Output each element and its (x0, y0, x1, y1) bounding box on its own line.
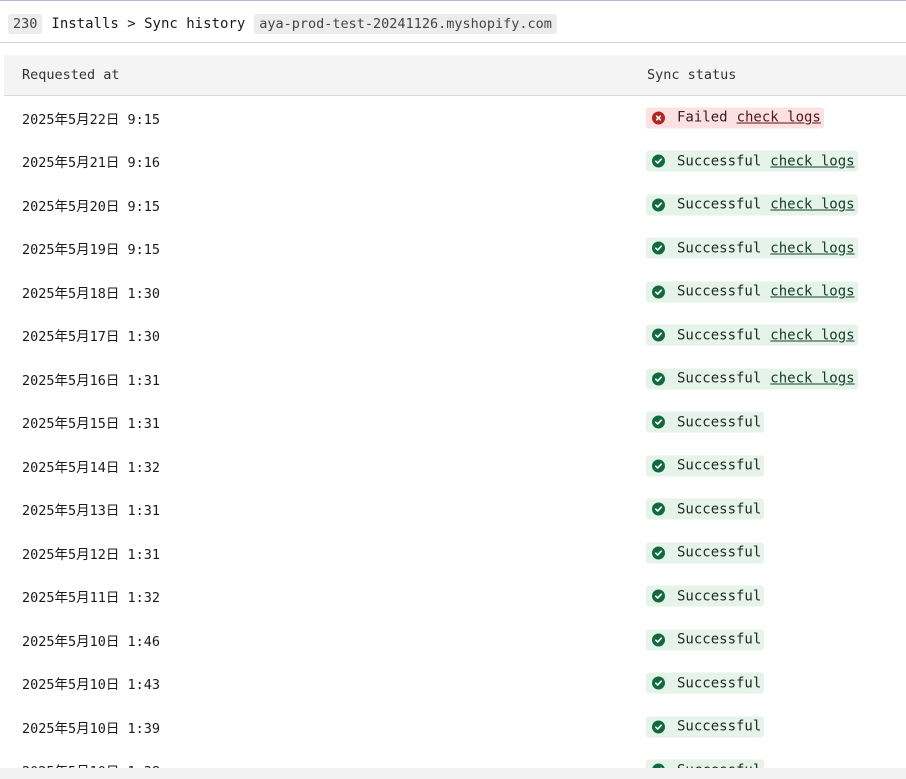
column-header-requested-at: Requested at (22, 67, 120, 83)
table-row: 2025年5月16日 1:31 Successful check logs (4, 357, 906, 401)
error-circle-icon (652, 111, 665, 125)
status-badge: Successful (646, 672, 765, 694)
table-row: 2025年5月19日 9:15 Successful check logs (4, 227, 906, 271)
check-circle-icon (652, 285, 665, 299)
status-label: Successful (677, 283, 762, 300)
status-badge: Successful check logs (646, 281, 858, 303)
page-header: 230 Installs > Sync history aya-prod-tes… (0, 6, 906, 43)
check-circle-icon (652, 459, 665, 473)
requested-at-cell: 2025年5月20日 9:15 (22, 198, 161, 215)
requested-at-cell: 2025年5月17日 1:30 (22, 329, 161, 346)
status-badge: Successful check logs (646, 237, 858, 259)
status-label: Successful (677, 196, 762, 213)
check-logs-link[interactable]: check logs (737, 110, 821, 126)
requested-at-cell: 2025年5月15日 1:31 (22, 416, 161, 433)
check-circle-icon (652, 198, 665, 212)
requested-at-cell: 2025年5月21日 9:16 (22, 155, 161, 172)
status-badge: Successful (646, 411, 765, 433)
store-domain-badge: aya-prod-test-20241126.myshopify.com (254, 14, 557, 34)
install-count-badge: 230 (8, 14, 43, 34)
status-label: Successful (677, 457, 762, 474)
status-badge: Successful (646, 455, 765, 477)
status-label: Failed (677, 109, 728, 126)
check-circle-icon (652, 328, 665, 342)
requested-at-cell: 2025年5月19日 9:15 (22, 242, 161, 259)
check-circle-icon (652, 676, 665, 690)
table-row: 2025年5月10日 1:39 Successful (4, 705, 906, 749)
sync-history-table: Requested at Sync status 2025年5月22日 9:15… (4, 55, 906, 768)
table-row: 2025年5月14日 1:32 Successful (4, 444, 906, 488)
requested-at-cell: 2025年5月18日 1:30 (22, 285, 161, 302)
check-circle-icon (652, 546, 665, 560)
column-header-sync-status: Sync status (647, 67, 737, 83)
requested-at-cell: 2025年5月10日 1:38 (22, 760, 160, 768)
table-body: 2025年5月22日 9:15 Failed check logs 2025年5月21… (4, 96, 906, 768)
status-badge: Successful check logs (646, 194, 858, 216)
status-label: Successful (677, 718, 762, 735)
check-circle-icon (652, 415, 665, 429)
check-circle-icon (652, 502, 665, 516)
table-row: 2025年5月22日 9:15 Failed check logs (4, 96, 906, 140)
requested-at-cell: 2025年5月12日 1:31 (22, 546, 161, 563)
status-badge: Successful check logs (646, 368, 858, 390)
status-label: Successful (677, 370, 762, 387)
table-header: Requested at Sync status (4, 55, 906, 96)
table-row: 2025年5月10日 1:38 Successful (4, 749, 906, 768)
status-label: Successful (677, 501, 762, 518)
breadcrumb[interactable]: Installs > Sync history (51, 16, 245, 32)
status-badge: Successful check logs (646, 324, 858, 346)
requested-at-cell: 2025年5月16日 1:31 (22, 372, 161, 389)
status-badge: Successful (646, 542, 765, 564)
status-badge: Successful check logs (646, 150, 858, 172)
table-row: 2025年5月11日 1:32 Successful (4, 575, 906, 619)
requested-at-cell: 2025年5月13日 1:31 (22, 503, 161, 520)
table-row: 2025年5月15日 1:31 Successful (4, 401, 906, 445)
check-circle-icon (652, 372, 665, 386)
status-label: Successful (677, 588, 762, 605)
status-label: Successful (677, 544, 762, 561)
requested-at-cell: 2025年5月10日 1:39 (22, 720, 161, 737)
table-row: 2025年5月10日 1:46 Successful (4, 618, 906, 662)
requested-at-cell: 2025年5月10日 1:43 (22, 677, 161, 694)
status-badge: Successful (646, 629, 765, 651)
table-row: 2025年5月17日 1:30 Successful check logs (4, 314, 906, 358)
check-circle-icon (652, 633, 665, 647)
status-badge: Successful (646, 498, 765, 520)
check-logs-link[interactable]: check logs (770, 284, 854, 300)
check-circle-icon (652, 720, 665, 734)
status-label: Successful (677, 675, 762, 692)
status-badge: Successful (646, 759, 765, 768)
check-logs-link[interactable]: check logs (770, 197, 854, 213)
table-row: 2025年5月20日 9:15 Successful check logs (4, 183, 906, 227)
table-row: 2025年5月13日 1:31 Successful (4, 488, 906, 532)
status-badge: Successful (646, 716, 765, 738)
status-label: Successful (677, 414, 762, 431)
status-label: Successful (677, 631, 762, 648)
check-logs-link[interactable]: check logs (770, 153, 854, 169)
requested-at-cell: 2025年5月10日 1:46 (22, 633, 161, 650)
status-badge: Successful (646, 585, 765, 607)
table-row: 2025年5月18日 1:30 Successful check logs (4, 270, 906, 314)
status-label: Successful (677, 327, 762, 344)
status-label: Successful (677, 240, 762, 257)
check-circle-icon (652, 589, 665, 603)
status-label: Successful (677, 153, 762, 170)
requested-at-cell: 2025年5月14日 1:32 (22, 459, 161, 476)
check-logs-link[interactable]: check logs (770, 327, 854, 343)
table-row: 2025年5月10日 1:43 Successful (4, 662, 906, 706)
table-row: 2025年5月12日 1:31 Successful (4, 531, 906, 575)
check-logs-link[interactable]: check logs (770, 371, 854, 387)
check-circle-icon (652, 241, 665, 255)
table-row: 2025年5月21日 9:16 Successful check logs (4, 140, 906, 184)
requested-at-cell: 2025年5月22日 9:15 (22, 111, 161, 128)
status-badge: Failed check logs (646, 107, 824, 129)
check-logs-link[interactable]: check logs (770, 240, 854, 256)
check-circle-icon (652, 154, 665, 168)
horizontal-scrollbar[interactable] (0, 768, 906, 779)
requested-at-cell: 2025年5月11日 1:32 (22, 590, 161, 607)
